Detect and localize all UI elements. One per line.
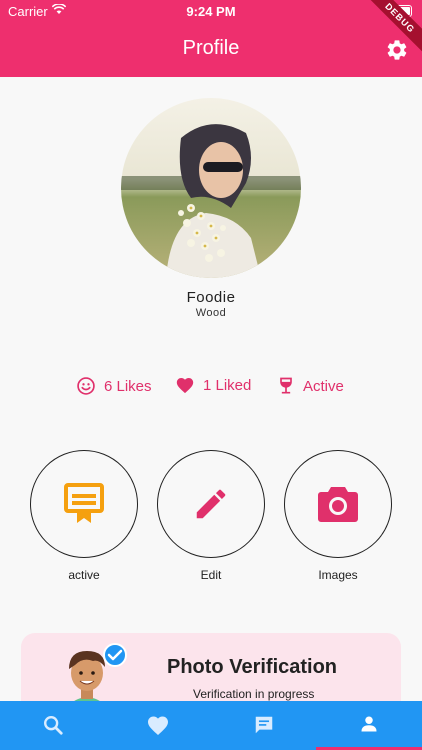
active-stat[interactable]: Active bbox=[277, 376, 344, 396]
wine-glass-icon bbox=[280, 377, 292, 394]
profile-surname: Wood bbox=[195, 307, 227, 319]
nav-profile[interactable] bbox=[317, 701, 422, 750]
settings-gear-icon[interactable] bbox=[385, 38, 409, 62]
nav-search[interactable] bbox=[0, 701, 106, 750]
profile-name: Foodie bbox=[186, 289, 236, 306]
liked-count: 1 Liked bbox=[203, 376, 252, 394]
images-label: Images bbox=[318, 568, 358, 582]
app-bar: Carrier 9:24 PM Profile DEBUG bbox=[0, 0, 422, 77]
stats-row: 6 Likes 1 Liked Active bbox=[0, 376, 422, 398]
smile-icon bbox=[77, 377, 95, 395]
clock: 9:24 PM bbox=[186, 4, 236, 19]
likes-stat[interactable]: 6 Likes bbox=[76, 376, 152, 396]
nav-chat[interactable] bbox=[211, 701, 317, 750]
bottom-navigation bbox=[0, 701, 422, 750]
edit-button[interactable] bbox=[157, 450, 265, 558]
likes-count: 6 Likes bbox=[104, 377, 152, 395]
active-status: Active bbox=[303, 377, 344, 395]
verification-status: Verification in progress bbox=[193, 687, 315, 701]
verification-title: Photo Verification bbox=[167, 656, 338, 678]
heart-icon bbox=[176, 378, 194, 394]
liked-stat[interactable]: 1 Liked bbox=[175, 376, 251, 394]
profile-avatar[interactable] bbox=[121, 98, 301, 278]
chat-icon bbox=[255, 716, 272, 734]
nav-likes[interactable] bbox=[106, 701, 212, 750]
search-icon bbox=[43, 716, 63, 735]
status-bar: Carrier 9:24 PM bbox=[0, 0, 422, 22]
heart-icon bbox=[148, 716, 169, 735]
active-badge-button[interactable] bbox=[30, 450, 138, 558]
page-title: Profile bbox=[182, 37, 240, 59]
active-label: active bbox=[68, 568, 100, 582]
images-button[interactable] bbox=[284, 450, 392, 558]
pencil-icon bbox=[196, 489, 226, 519]
edit-label: Edit bbox=[200, 568, 222, 582]
camera-icon bbox=[318, 487, 358, 522]
badge-icon bbox=[64, 483, 104, 523]
person-icon bbox=[361, 716, 377, 732]
